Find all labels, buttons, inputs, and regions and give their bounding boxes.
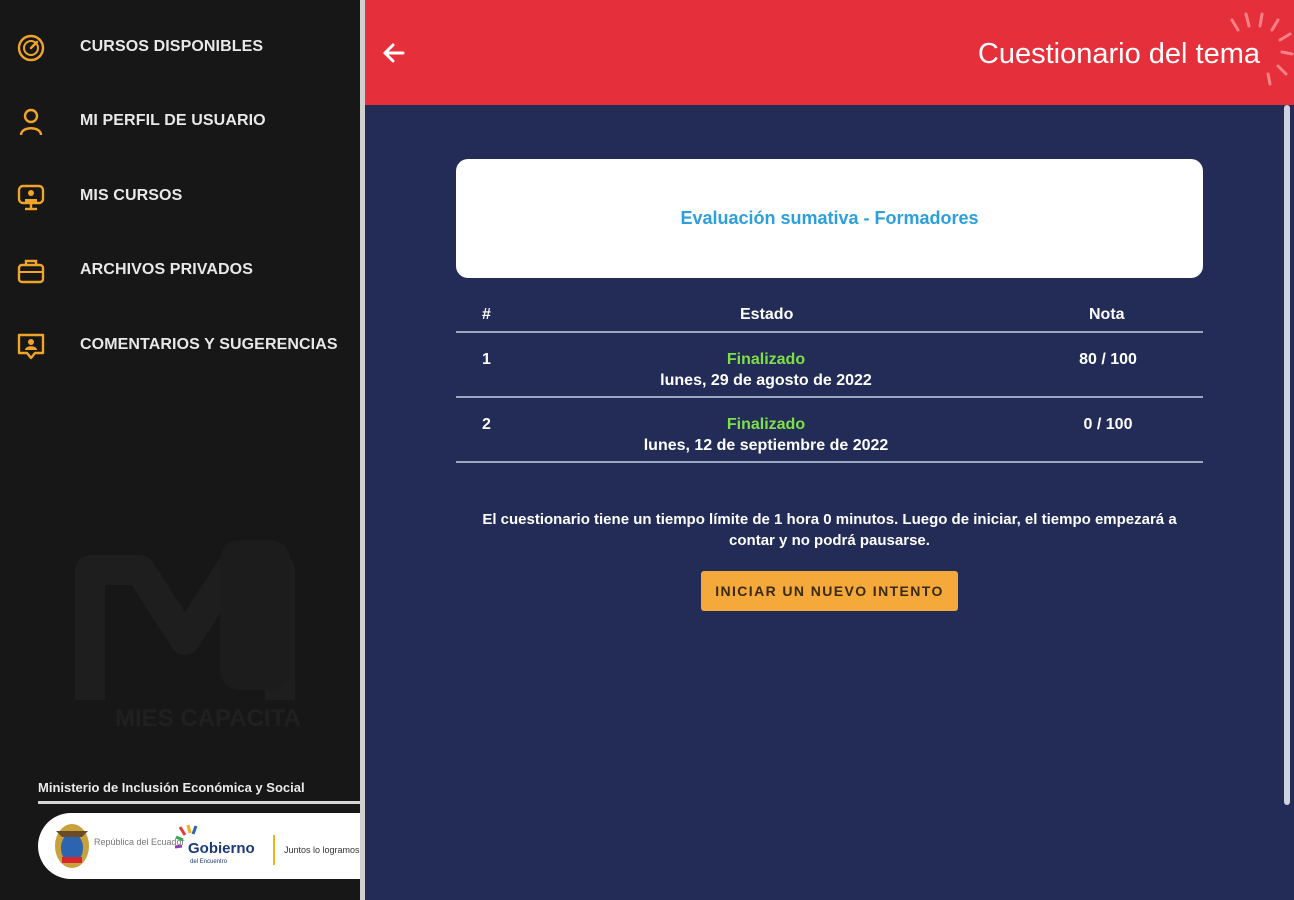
sidebar-item-archivos-privados[interactable]: ARCHIVOS PRIVADOS <box>0 245 360 295</box>
sidebar-item-comentarios[interactable]: COMENTARIOS Y SUGERENCIAS <box>0 320 360 370</box>
quiz-title-link[interactable]: Evaluación sumativa - Formadores <box>680 208 978 229</box>
status-badge: Finalizado <box>726 351 806 368</box>
attempt-number: 2 <box>482 416 491 433</box>
quiz-card: Evaluación sumativa - Formadores <box>456 159 1203 278</box>
attempt-grade: 0 / 100 <box>1083 416 1133 433</box>
feedback-icon <box>17 333 45 360</box>
time-limit-notice: El cuestionario tiene un tiempo límite d… <box>482 511 1177 549</box>
government-logos: República del Ecuador Gobierno del Encue… <box>55 824 360 868</box>
attempt-state: Finalizado lunes, 12 de septiembre de 20… <box>566 414 966 456</box>
divider <box>38 801 360 804</box>
sidebar-item-label: MIS CURSOS <box>80 187 183 204</box>
briefcase-icon <box>17 259 45 284</box>
attempt-date: lunes, 12 de septiembre de 2022 <box>643 437 889 454</box>
column-header-estado: Estado <box>740 306 794 323</box>
column-header-number: # <box>482 306 491 323</box>
table-divider <box>456 461 1203 463</box>
back-arrow-icon[interactable] <box>379 38 409 68</box>
sidebar-item-label: MI PERFIL DE USUARIO <box>80 112 266 129</box>
sidebar-item-label: COMENTARIOS Y SUGERENCIAS <box>80 336 338 353</box>
table-divider <box>456 331 1203 333</box>
attempt-grade: 80 / 100 <box>1079 351 1137 368</box>
app-root: CURSOS DISPONIBLES MI PERFIL DE USUARIO … <box>0 0 1294 900</box>
attempt-state: Finalizado lunes, 29 de agosto de 2022 <box>566 349 966 391</box>
sidebar: CURSOS DISPONIBLES MI PERFIL DE USUARIO … <box>0 0 360 900</box>
sidebar-item-mis-cursos[interactable]: MIS CURSOS <box>0 171 360 221</box>
user-icon <box>19 108 43 136</box>
scrollbar[interactable] <box>1284 105 1290 805</box>
sidebar-item-label: CURSOS DISPONIBLES <box>80 38 264 55</box>
start-new-attempt-button[interactable]: INICIAR UN NUEVO INTENTO <box>701 571 958 611</box>
monitor-icon <box>17 184 45 211</box>
app-header: Cuestionario del tema <box>365 0 1294 105</box>
ministry-name: Ministerio de Inclusión Económica y Soci… <box>38 780 305 795</box>
status-badge: Finalizado <box>726 416 806 433</box>
table-divider <box>456 396 1203 398</box>
sidebar-item-cursos-disponibles[interactable]: CURSOS DISPONIBLES <box>0 22 360 72</box>
sidebar-item-mi-perfil[interactable]: MI PERFIL DE USUARIO <box>0 96 360 146</box>
juntos-text: Juntos lo logramos <box>284 845 360 855</box>
speedometer-icon <box>17 34 45 62</box>
sidebar-item-label: ARCHIVOS PRIVADOS <box>80 261 253 278</box>
sidebar-divider <box>360 0 365 900</box>
attempt-number: 1 <box>482 351 491 368</box>
gobierno-text: Gobierno <box>188 840 255 857</box>
attempts-table-header: # Estado Nota <box>456 304 1203 332</box>
republica-text: República del Ecuador <box>94 837 185 847</box>
watermark-text: MIES CAPACITA <box>115 705 300 732</box>
encuentro-text: del Encuentro <box>190 859 228 865</box>
government-logo-bar: República del Ecuador Gobierno del Encue… <box>38 813 360 879</box>
attempt-date: lunes, 29 de agosto de 2022 <box>660 372 872 389</box>
column-header-nota: Nota <box>1089 306 1125 323</box>
decorative-burst-icon <box>1230 12 1294 86</box>
ecuador-coat-of-arms-icon <box>55 824 89 868</box>
mies-capacita-watermark-logo: MIES CAPACITA <box>75 540 300 732</box>
